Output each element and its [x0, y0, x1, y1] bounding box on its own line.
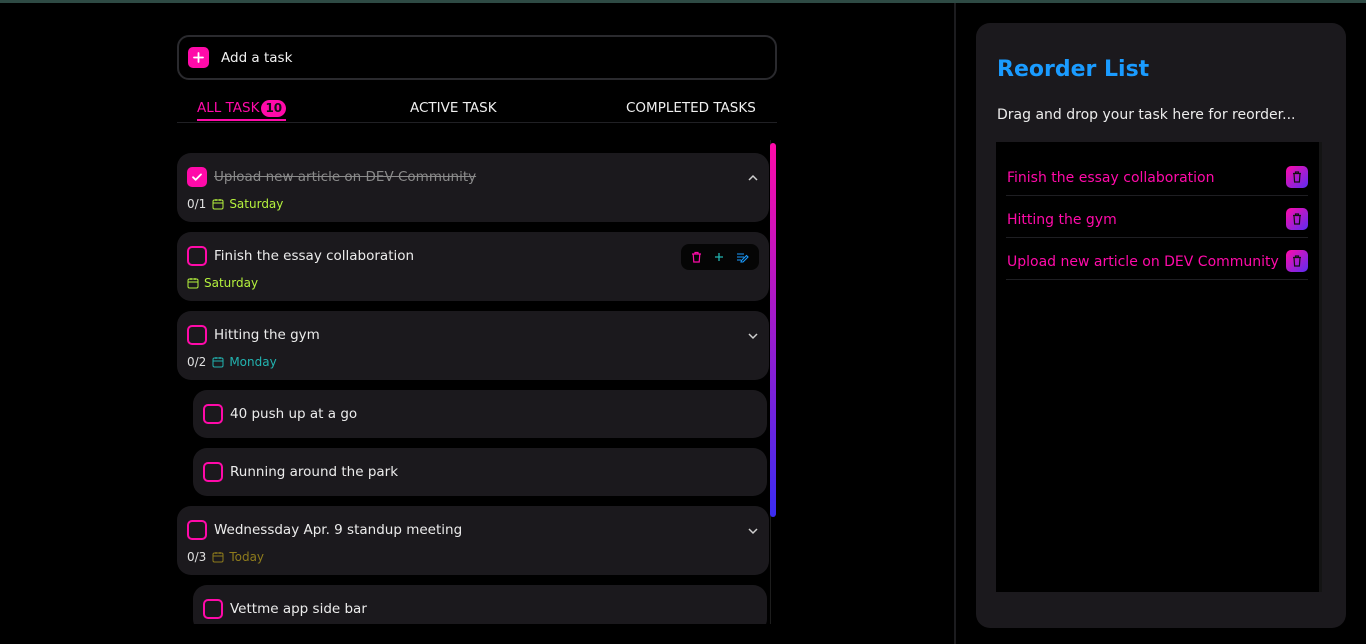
subtask-checkbox[interactable]: [203, 404, 223, 424]
reorder-item[interactable]: Upload new article on DEV Community: [1006, 244, 1308, 280]
task-meta: Saturday: [187, 276, 258, 290]
subtask-card[interactable]: Running around the park: [193, 448, 767, 496]
reorder-item-label: Hitting the gym: [1007, 212, 1117, 228]
task-checkbox[interactable]: [187, 246, 207, 266]
plus-icon[interactable]: [188, 47, 209, 68]
reorder-dropzone[interactable]: Finish the essay collaboration Hitting t…: [996, 142, 1324, 592]
tab-all-task[interactable]: ALL TASK 10: [197, 100, 287, 121]
reorder-description: Drag and drop your task here for reorder…: [997, 107, 1296, 123]
calendar-icon: [212, 199, 224, 210]
trash-icon[interactable]: [1286, 250, 1308, 272]
calendar-icon: [212, 552, 224, 563]
task-actions: [681, 244, 759, 270]
task-checkbox[interactable]: [187, 520, 207, 540]
task-list: Upload new article on DEV Community 0/1 …: [177, 140, 777, 624]
subtask-card[interactable]: Vettme app side bar: [193, 585, 767, 624]
tab-completed-tasks[interactable]: COMPLETED TASKS: [626, 100, 756, 116]
task-tabs: ALL TASK 10 ACTIVE TASK COMPLETED TASKS: [177, 96, 777, 123]
subtask-title: Vettme app side bar: [230, 601, 367, 617]
task-title: Hitting the gym: [214, 327, 320, 343]
task-due-day: Today: [229, 550, 265, 564]
task-checkbox-checked[interactable]: [187, 167, 207, 187]
task-meta: 0/1 Saturday: [187, 197, 283, 211]
reorder-item-label: Finish the essay collaboration: [1007, 170, 1215, 186]
task-checkbox[interactable]: [187, 325, 207, 345]
task-card[interactable]: Hitting the gym 0/2 Monday: [177, 311, 769, 380]
subtask-progress: 0/3: [187, 550, 207, 564]
task-title: Upload new article on DEV Community: [214, 169, 477, 185]
trash-icon[interactable]: [1286, 208, 1308, 230]
task-list-scrollbar-thumb[interactable]: [770, 143, 776, 517]
reorder-item[interactable]: Finish the essay collaboration: [1006, 160, 1308, 196]
subtask-checkbox[interactable]: [203, 599, 223, 619]
subtask-progress: 0/2: [187, 355, 207, 369]
tab-completed-tasks-label: COMPLETED TASKS: [626, 100, 756, 116]
add-task-input[interactable]: Add a task: [177, 35, 777, 80]
tab-active-task-label: ACTIVE TASK: [410, 100, 497, 116]
subtask-progress: 0/1: [187, 197, 207, 211]
dropzone-scrollbar[interactable]: [1319, 142, 1322, 592]
chevron-down-icon[interactable]: [747, 522, 759, 541]
reorder-item-label: Upload new article on DEV Community: [1007, 254, 1279, 270]
task-card[interactable]: Wednessday Apr. 9 standup meeting 0/3 To…: [177, 506, 769, 575]
task-due-day: Saturday: [229, 197, 284, 211]
tab-all-task-label: ALL TASK: [197, 100, 260, 116]
subtask-title: 40 push up at a go: [230, 406, 358, 422]
calendar-icon: [187, 278, 199, 289]
window-top-border: [0, 0, 1366, 3]
edit-icon[interactable]: [736, 252, 749, 263]
chevron-up-icon[interactable]: [747, 169, 759, 188]
task-card[interactable]: Upload new article on DEV Community 0/1 …: [177, 153, 769, 222]
task-count-badge: 10: [261, 100, 287, 117]
reorder-title: Reorder List: [997, 57, 1150, 82]
task-due-day: Saturday: [204, 276, 259, 290]
task-meta: 0/3 Today: [187, 550, 264, 564]
add-task-label: Add a task: [221, 49, 293, 66]
trash-icon[interactable]: [1286, 166, 1308, 188]
subtask-title: Running around the park: [230, 464, 399, 480]
task-title: Wednessday Apr. 9 standup meeting: [214, 522, 463, 538]
task-title: Finish the essay collaboration: [214, 248, 415, 264]
reorder-panel: Reorder List Drag and drop your task her…: [976, 23, 1346, 628]
column-divider: [954, 3, 956, 644]
task-meta: 0/2 Monday: [187, 355, 277, 369]
add-subtask-icon[interactable]: [714, 252, 724, 262]
subtask-card[interactable]: 40 push up at a go: [193, 390, 767, 438]
task-card[interactable]: Finish the essay collaboration Saturday: [177, 232, 769, 301]
task-due-day: Monday: [229, 355, 277, 369]
chevron-down-icon[interactable]: [747, 327, 759, 346]
trash-icon[interactable]: [691, 251, 702, 263]
tab-active-task[interactable]: ACTIVE TASK: [410, 100, 497, 116]
subtask-checkbox[interactable]: [203, 462, 223, 482]
reorder-item[interactable]: Hitting the gym: [1006, 202, 1308, 238]
calendar-icon: [212, 357, 224, 368]
